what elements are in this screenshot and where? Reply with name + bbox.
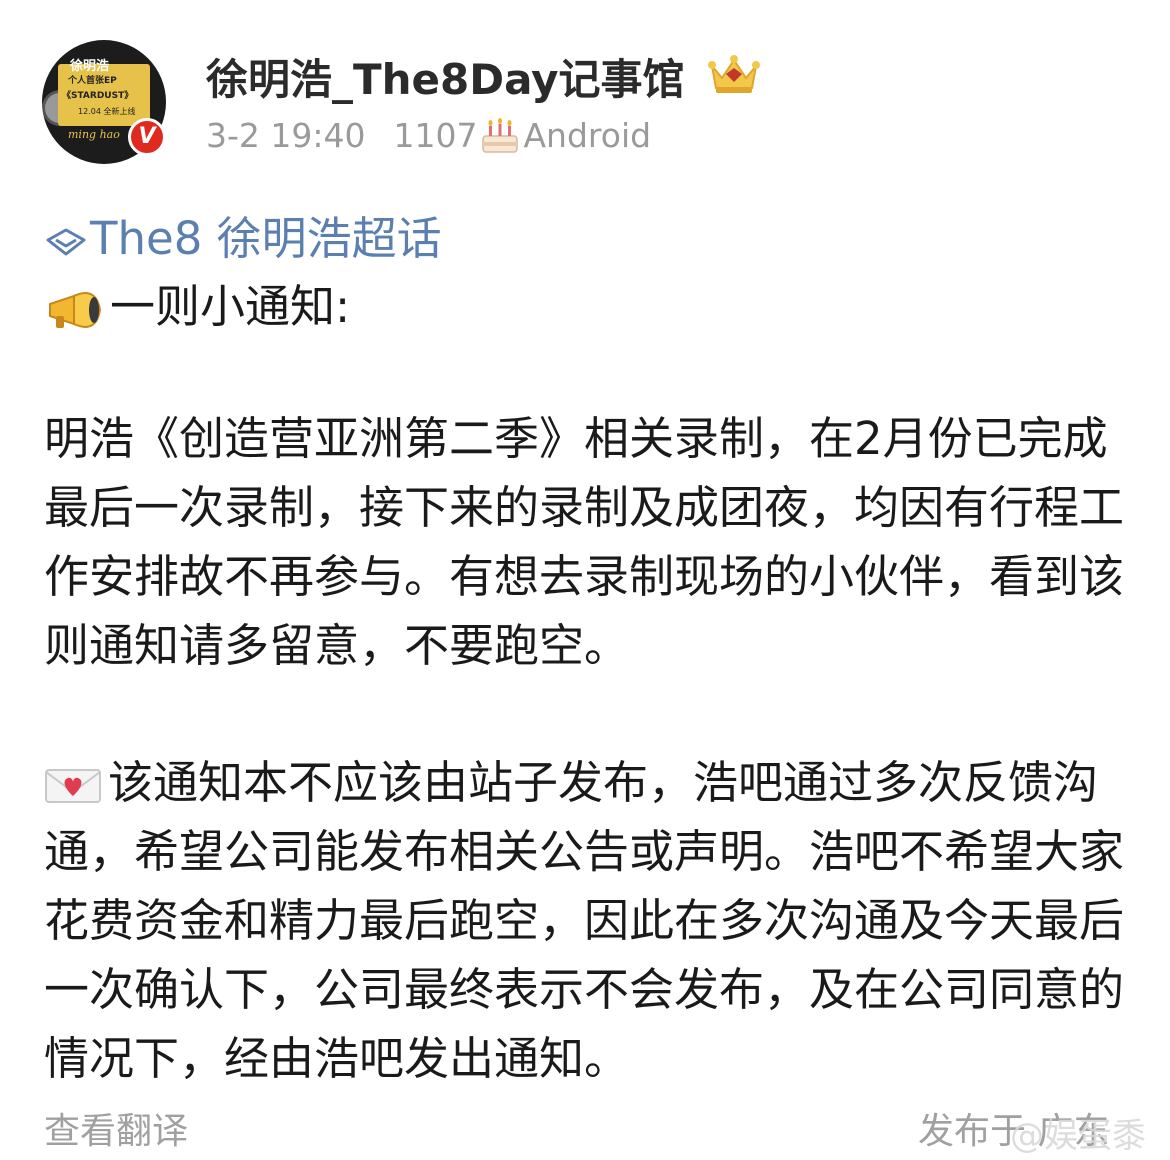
avatar-text-album: 《STARDUST》 xyxy=(62,91,134,101)
crown-icon[interactable] xyxy=(706,52,762,96)
notice-title: 一则小通知: xyxy=(44,270,350,335)
megaphone-icon xyxy=(49,292,102,328)
post-count: 1107 xyxy=(393,116,478,155)
super-topic-icon xyxy=(46,228,86,256)
cake-icon xyxy=(482,117,519,153)
post-source: Android xyxy=(523,116,652,155)
avatar-text-ep: 个人首张EP xyxy=(68,76,117,86)
notice-title-text: 一则小通知: xyxy=(110,280,351,333)
post-paragraph-1: 明浩《创造营亚洲第二季》相关录制，在2月份已完成最后一次录制，接下来的录制及成团… xyxy=(44,412,1125,672)
watermark: @娱蛋黍 xyxy=(1010,1116,1146,1156)
avatar-text-date: 12.04 全新上线 xyxy=(78,107,136,116)
post-paragraph-2: 该通知本不应该由站子发布，浩吧通过多次反馈沟通，希望公司能发布相关公告或声明。浩… xyxy=(44,748,1134,1093)
verified-badge: V xyxy=(128,118,166,156)
post-date: 3-2 19:40 xyxy=(206,116,366,155)
post-meta: 3-2 19:40 1107 Android xyxy=(206,114,651,156)
avatar-text-name: 徐明浩 xyxy=(70,59,110,74)
super-topic-link[interactable]: The8 徐明浩超话 xyxy=(44,202,442,267)
love-letter-icon xyxy=(45,769,101,803)
avatar-text-signature: ming hao xyxy=(68,128,120,141)
account-name[interactable]: 徐明浩_The8Day记事馆 xyxy=(206,46,685,107)
post-paragraph-2-text: 该通知本不应该由站子发布，浩吧通过多次反馈沟通，希望公司能发布相关公告或声明。浩… xyxy=(44,756,1125,1085)
super-topic-label: The8 徐明浩超话 xyxy=(90,212,442,265)
translate-link[interactable]: 查看翻译 xyxy=(44,1102,188,1154)
